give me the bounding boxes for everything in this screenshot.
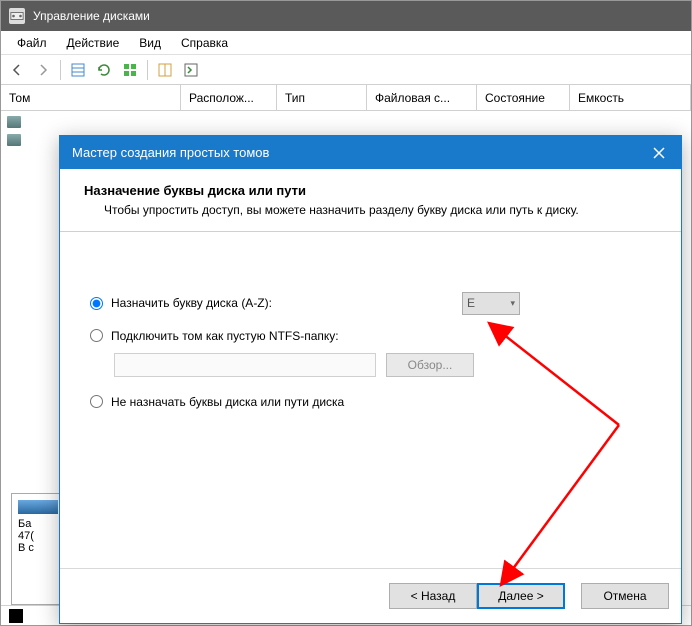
radio-mount-label[interactable]: Подключить том как пустую NTFS-папку: <box>111 329 339 343</box>
wizard-title: Мастер создания простых томов <box>72 145 269 160</box>
volume-icon <box>7 134 21 146</box>
column-volume[interactable]: Том <box>1 85 181 110</box>
toolbar <box>1 55 691 85</box>
list-item[interactable] <box>3 113 689 131</box>
drive-letter-combo[interactable]: E ▾ <box>462 292 520 315</box>
wizard-body: Назначить букву диска (A-Z): E ▾ Подключ… <box>60 232 681 568</box>
volume-icon <box>7 116 21 128</box>
toolbar-separator <box>147 60 148 80</box>
toolbar-separator <box>60 60 61 80</box>
column-capacity[interactable]: Емкость <box>570 85 691 110</box>
mount-path-input <box>114 353 376 377</box>
menu-view[interactable]: Вид <box>129 33 171 53</box>
radio-none-label[interactable]: Не назначать буквы диска или пути диска <box>111 395 344 409</box>
properties-button[interactable] <box>179 58 203 82</box>
close-button[interactable] <box>637 136 681 169</box>
radio-assign-label[interactable]: Назначить букву диска (A-Z): <box>111 296 272 310</box>
wizard-titlebar: Мастер создания простых томов <box>60 136 681 169</box>
view-button-3[interactable] <box>153 58 177 82</box>
table-header: Том Располож... Тип Файловая с... Состоя… <box>1 85 691 111</box>
titlebar: Управление дисками <box>1 1 691 31</box>
column-status[interactable]: Состояние <box>477 85 570 110</box>
menu-action[interactable]: Действие <box>57 33 130 53</box>
column-filesystem[interactable]: Файловая с... <box>367 85 477 110</box>
radio-no-letter[interactable] <box>90 395 103 408</box>
back-button[interactable]: < Назад <box>389 583 477 609</box>
wizard-header: Назначение буквы диска или пути Чтобы уп… <box>60 169 681 231</box>
wizard-footer: < Назад Далее > Отмена <box>60 568 681 623</box>
drive-letter-value: E <box>467 296 475 310</box>
app-icon <box>9 8 25 24</box>
next-button[interactable]: Далее > <box>477 583 565 609</box>
radio-assign-letter[interactable] <box>90 297 103 310</box>
radio-mount-folder[interactable] <box>90 329 103 342</box>
wizard-dialog: Мастер создания простых томов Назначение… <box>59 135 682 624</box>
column-layout[interactable]: Располож... <box>181 85 277 110</box>
menu-file[interactable]: Файл <box>7 33 57 53</box>
legend-swatch <box>9 609 23 623</box>
wizard-header-title: Назначение буквы диска или пути <box>84 183 657 198</box>
menubar: Файл Действие Вид Справка <box>1 31 691 55</box>
disk-icon <box>18 500 58 514</box>
wizard-header-desc: Чтобы упростить доступ, вы можете назнач… <box>84 202 657 219</box>
refresh-button[interactable] <box>92 58 116 82</box>
back-button[interactable] <box>5 58 29 82</box>
browse-button: Обзор... <box>386 353 474 377</box>
forward-button[interactable] <box>31 58 55 82</box>
view-button-1[interactable] <box>66 58 90 82</box>
column-type[interactable]: Тип <box>277 85 367 110</box>
chevron-down-icon: ▾ <box>510 298 515 309</box>
titlebar-text: Управление дисками <box>33 9 150 23</box>
view-button-2[interactable] <box>118 58 142 82</box>
cancel-button[interactable]: Отмена <box>581 583 669 609</box>
menu-help[interactable]: Справка <box>171 33 238 53</box>
